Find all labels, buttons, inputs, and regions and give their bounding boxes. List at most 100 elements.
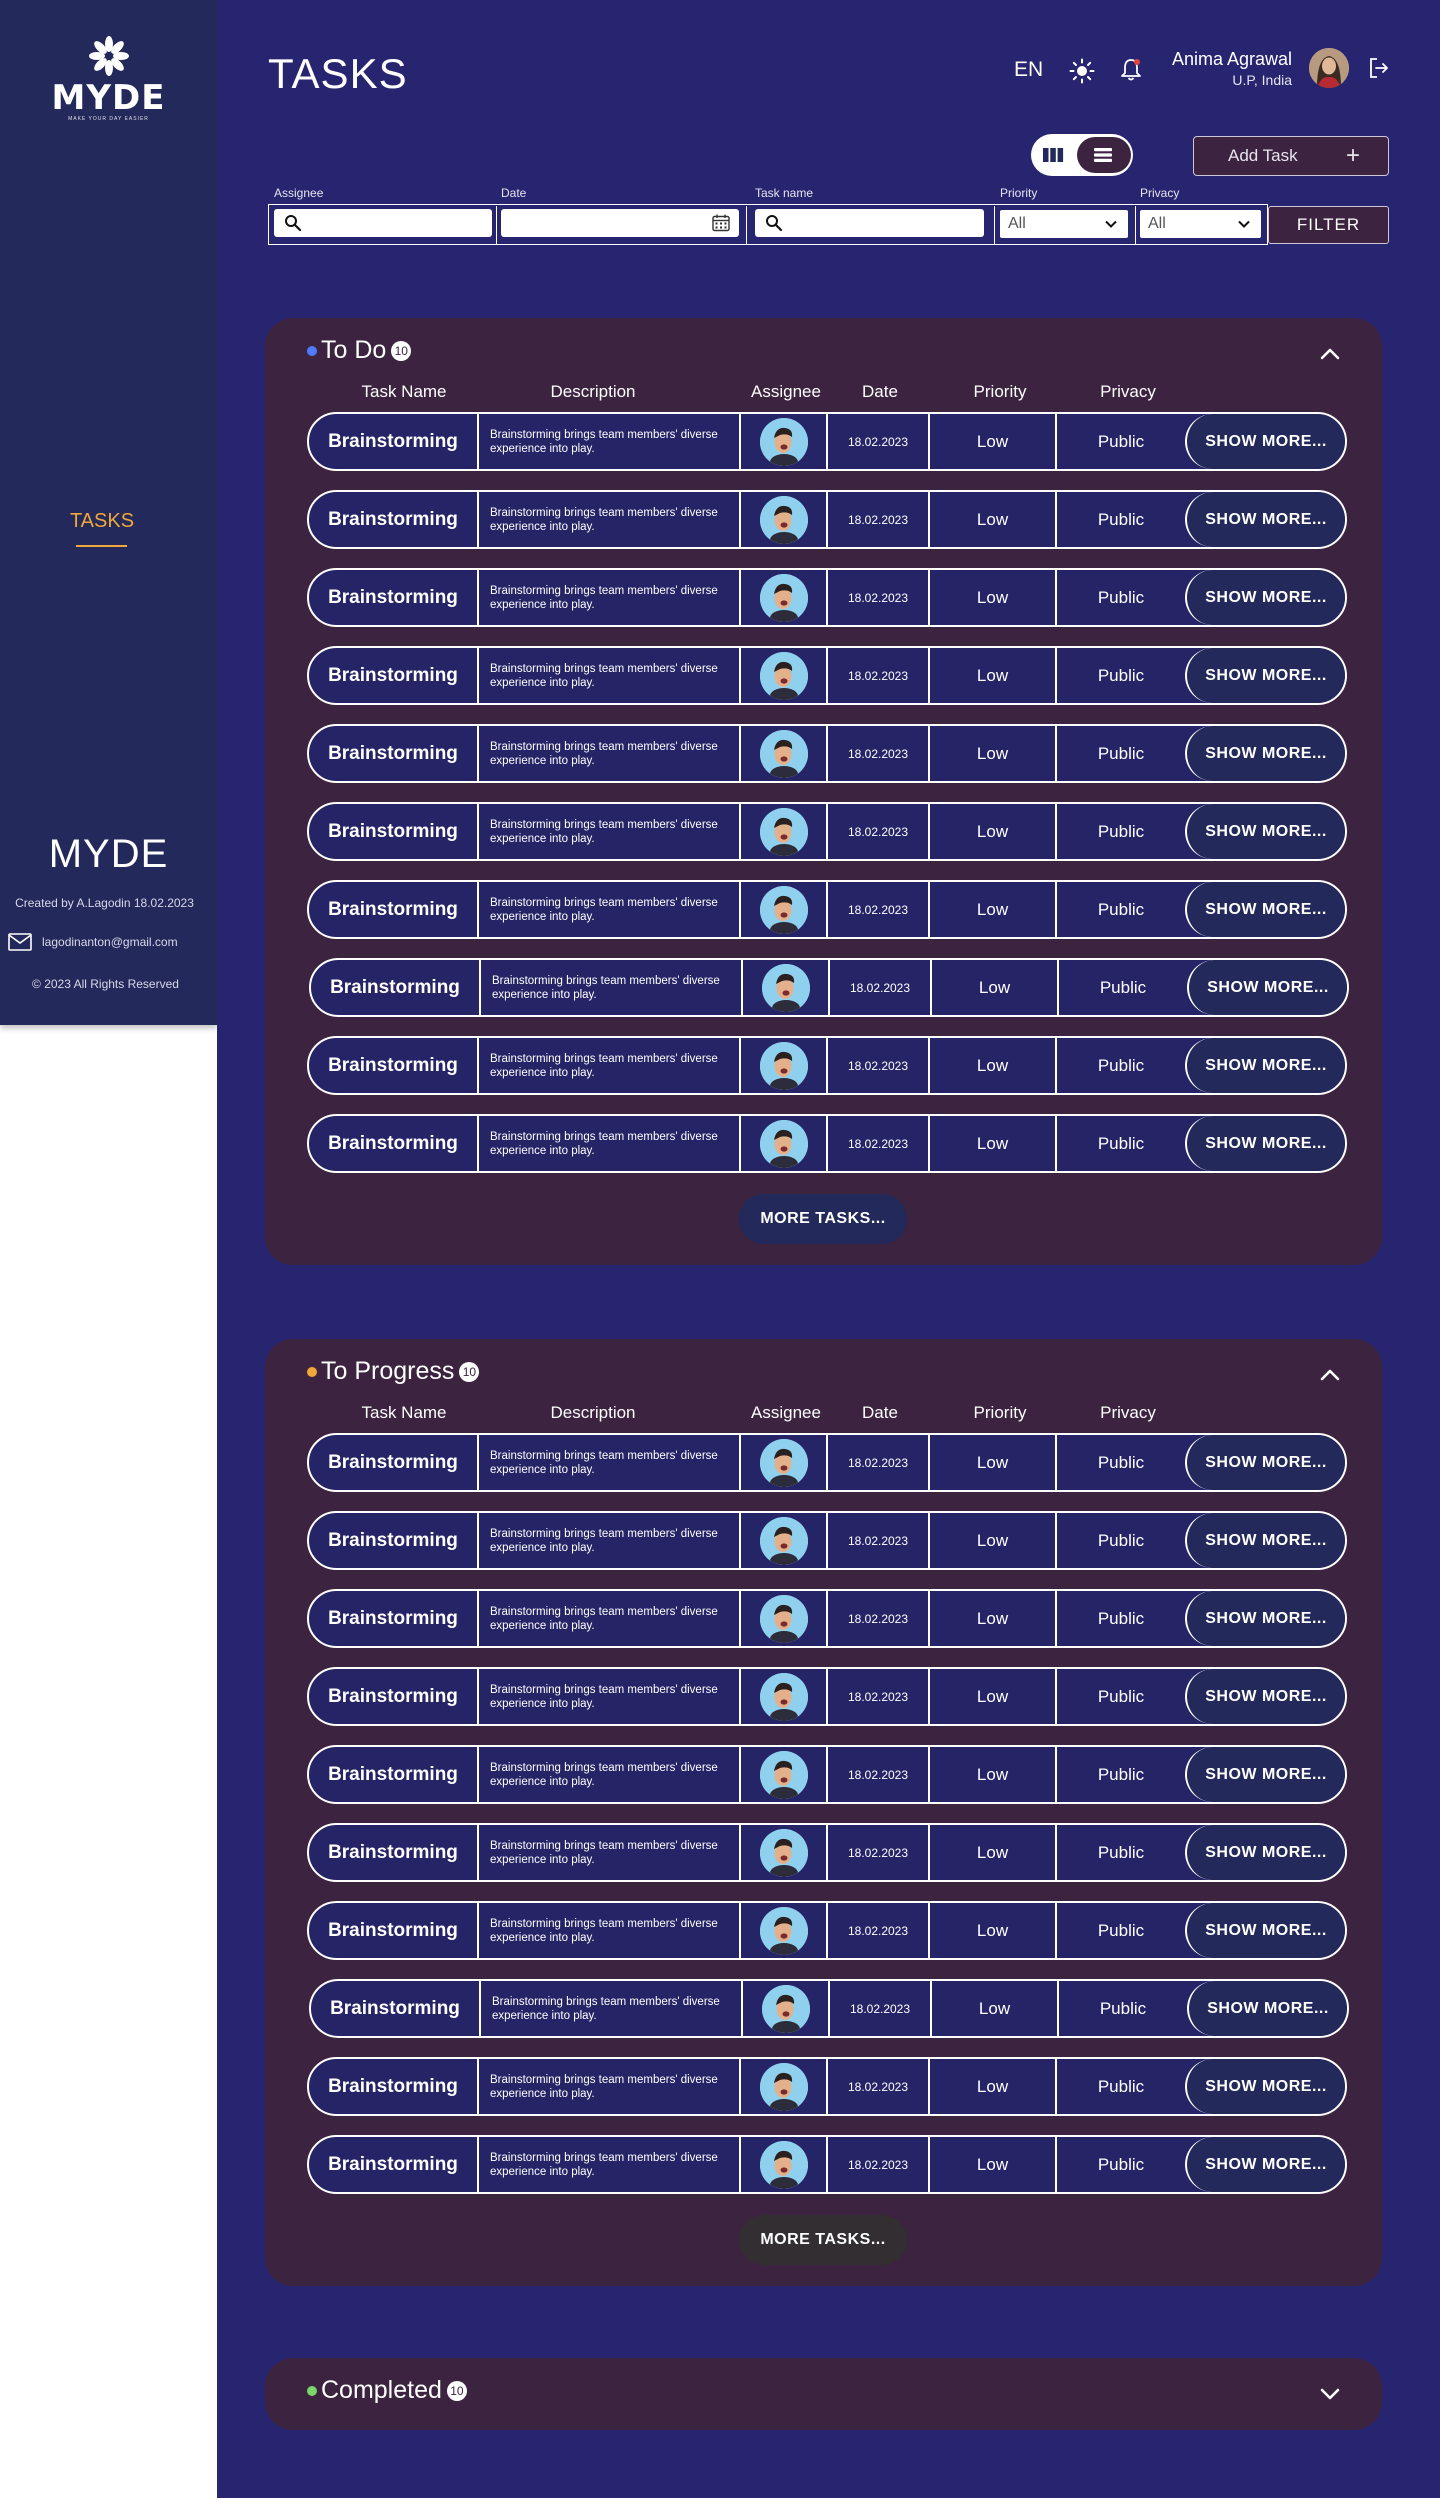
show-more-button[interactable]: SHOW MORE... <box>1187 960 1347 1015</box>
assignee-avatar[interactable] <box>759 807 808 856</box>
task-row[interactable]: Brainstorming Brainstorming brings team m… <box>307 1511 1347 1570</box>
assignee-avatar[interactable] <box>759 651 808 700</box>
section-header[interactable]: Completed 10 <box>307 2376 467 2405</box>
show-more-button[interactable]: SHOW MORE... <box>1185 804 1345 859</box>
priority-select[interactable]: All <box>1000 210 1128 238</box>
task-row[interactable]: Brainstorming Brainstorming brings team m… <box>307 568 1347 627</box>
assignee-avatar[interactable] <box>759 1594 808 1643</box>
show-more-button[interactable]: SHOW MORE... <box>1185 1513 1345 1568</box>
filter-button[interactable]: FILTER <box>1268 206 1389 244</box>
task-row[interactable]: Brainstorming Brainstorming brings team m… <box>309 958 1349 1017</box>
assignee-avatar[interactable] <box>759 1672 808 1721</box>
show-more-button[interactable]: SHOW MORE... <box>1185 648 1345 703</box>
task-row[interactable]: Brainstorming Brainstorming brings team m… <box>307 724 1347 783</box>
assignee-search-input[interactable] <box>274 209 492 237</box>
show-more-button[interactable]: SHOW MORE... <box>1185 492 1345 547</box>
chevron-up-icon[interactable] <box>1318 342 1342 366</box>
section-header[interactable]: To Progress 10 <box>307 1357 480 1386</box>
assignee-avatar[interactable] <box>759 1906 808 1955</box>
task-priority: Low <box>930 1116 1057 1171</box>
task-row[interactable]: Brainstorming Brainstorming brings team m… <box>307 1667 1347 1726</box>
footer-email[interactable]: lagodinanton@gmail.com <box>42 935 178 949</box>
columns-view-icon[interactable] <box>1041 143 1065 167</box>
show-more-button[interactable]: SHOW MORE... <box>1185 1038 1345 1093</box>
show-more-button[interactable]: SHOW MORE... <box>1185 1903 1345 1958</box>
task-priority: Low <box>930 1435 1057 1490</box>
column-header-date: Date <box>862 382 898 401</box>
date-input[interactable] <box>501 209 739 237</box>
show-more-button[interactable]: SHOW MORE... <box>1185 2059 1345 2114</box>
filter-divider <box>496 206 497 244</box>
show-more-button[interactable]: SHOW MORE... <box>1185 1435 1345 1490</box>
assignee-avatar[interactable] <box>759 1041 808 1090</box>
task-name-search-input[interactable] <box>755 209 984 237</box>
more-tasks-button[interactable]: MORE TASKS... <box>739 1194 907 1244</box>
show-more-button[interactable]: SHOW MORE... <box>1185 726 1345 781</box>
task-row[interactable]: Brainstorming Brainstorming brings team m… <box>307 1589 1347 1648</box>
assignee-avatar[interactable] <box>759 495 808 544</box>
task-row[interactable]: Brainstorming Brainstorming brings team m… <box>307 2057 1347 2116</box>
footer-email-row[interactable]: lagodinanton@gmail.com <box>8 932 178 952</box>
assignee-avatar[interactable] <box>759 885 808 934</box>
sun-icon[interactable] <box>1069 58 1095 84</box>
assignee-avatar[interactable] <box>759 1516 808 1565</box>
task-description: Brainstorming brings team members' diver… <box>479 1669 741 1724</box>
assignee-avatar[interactable] <box>759 417 808 466</box>
assignee-avatar[interactable] <box>759 2140 808 2189</box>
sidebar-item-tasks[interactable]: TASKS <box>0 510 204 533</box>
calendar-icon[interactable] <box>711 213 731 233</box>
task-privacy: Public <box>1097 665 1145 685</box>
assignee-avatar[interactable] <box>759 573 808 622</box>
section-completed: Completed 10 <box>265 2358 1382 2430</box>
task-row[interactable]: Brainstorming Brainstorming brings team m… <box>307 412 1347 471</box>
task-row[interactable]: Brainstorming Brainstorming brings team m… <box>307 1036 1347 1095</box>
task-row[interactable]: Brainstorming Brainstorming brings team m… <box>307 880 1347 939</box>
show-more-button[interactable]: SHOW MORE... <box>1187 1981 1347 2036</box>
assignee-avatar[interactable] <box>759 1119 808 1168</box>
assignee-avatar[interactable] <box>759 2062 808 2111</box>
task-row[interactable]: Brainstorming Brainstorming brings team m… <box>307 1823 1347 1882</box>
task-row[interactable]: Brainstorming Brainstorming brings team m… <box>307 1433 1347 1492</box>
task-name: Brainstorming <box>309 1116 479 1171</box>
show-more-button[interactable]: SHOW MORE... <box>1185 2137 1345 2192</box>
show-more-button[interactable]: SHOW MORE... <box>1185 1591 1345 1646</box>
show-more-button[interactable]: SHOW MORE... <box>1185 1747 1345 1802</box>
logout-icon[interactable] <box>1367 56 1391 80</box>
task-description: Brainstorming brings team members' diver… <box>481 960 743 1015</box>
section-header[interactable]: To Do 10 <box>307 336 412 365</box>
chevron-down-icon[interactable] <box>1318 2382 1342 2406</box>
task-row[interactable]: Brainstorming Brainstorming brings team m… <box>309 1979 1349 2038</box>
task-row[interactable]: Brainstorming Brainstorming brings team m… <box>307 1745 1347 1804</box>
language-switch[interactable]: EN <box>1014 58 1043 82</box>
show-more-button[interactable]: SHOW MORE... <box>1185 1825 1345 1880</box>
task-row[interactable]: Brainstorming Brainstorming brings team m… <box>307 1901 1347 1960</box>
task-date: 18.02.2023 <box>828 726 930 781</box>
bell-icon[interactable] <box>1119 57 1143 83</box>
assignee-avatar[interactable] <box>759 1438 808 1487</box>
show-more-button[interactable]: SHOW MORE... <box>1185 1669 1345 1724</box>
view-toggle[interactable] <box>1031 134 1133 176</box>
assignee-avatar[interactable] <box>759 1828 808 1877</box>
task-date: 18.02.2023 <box>828 1825 930 1880</box>
task-row[interactable]: Brainstorming Brainstorming brings team m… <box>307 490 1347 549</box>
show-more-button[interactable]: SHOW MORE... <box>1185 1116 1345 1171</box>
task-row[interactable]: Brainstorming Brainstorming brings team m… <box>307 2135 1347 2194</box>
more-tasks-button[interactable]: MORE TASKS... <box>739 2215 907 2265</box>
task-row[interactable]: Brainstorming Brainstorming brings team m… <box>307 802 1347 861</box>
assignee-avatar[interactable] <box>761 1984 810 2033</box>
logo[interactable]: MYDE MAKE YOUR DAY EASIER <box>0 34 217 122</box>
show-more-button[interactable]: SHOW MORE... <box>1185 570 1345 625</box>
show-more-button[interactable]: SHOW MORE... <box>1185 414 1345 469</box>
task-row[interactable]: Brainstorming Brainstorming brings team m… <box>307 1114 1347 1173</box>
list-view-icon[interactable] <box>1091 143 1115 167</box>
privacy-select[interactable]: All <box>1140 210 1261 238</box>
show-more-button[interactable]: SHOW MORE... <box>1185 882 1345 937</box>
assignee-avatar[interactable] <box>759 1750 808 1799</box>
assignee-avatar[interactable] <box>759 729 808 778</box>
add-task-button[interactable]: Add Task + <box>1193 136 1389 176</box>
task-row[interactable]: Brainstorming Brainstorming brings team m… <box>307 646 1347 705</box>
assignee-cell <box>741 804 828 859</box>
chevron-up-icon[interactable] <box>1318 1363 1342 1387</box>
assignee-avatar[interactable] <box>761 963 810 1012</box>
user-avatar[interactable] <box>1309 48 1349 88</box>
